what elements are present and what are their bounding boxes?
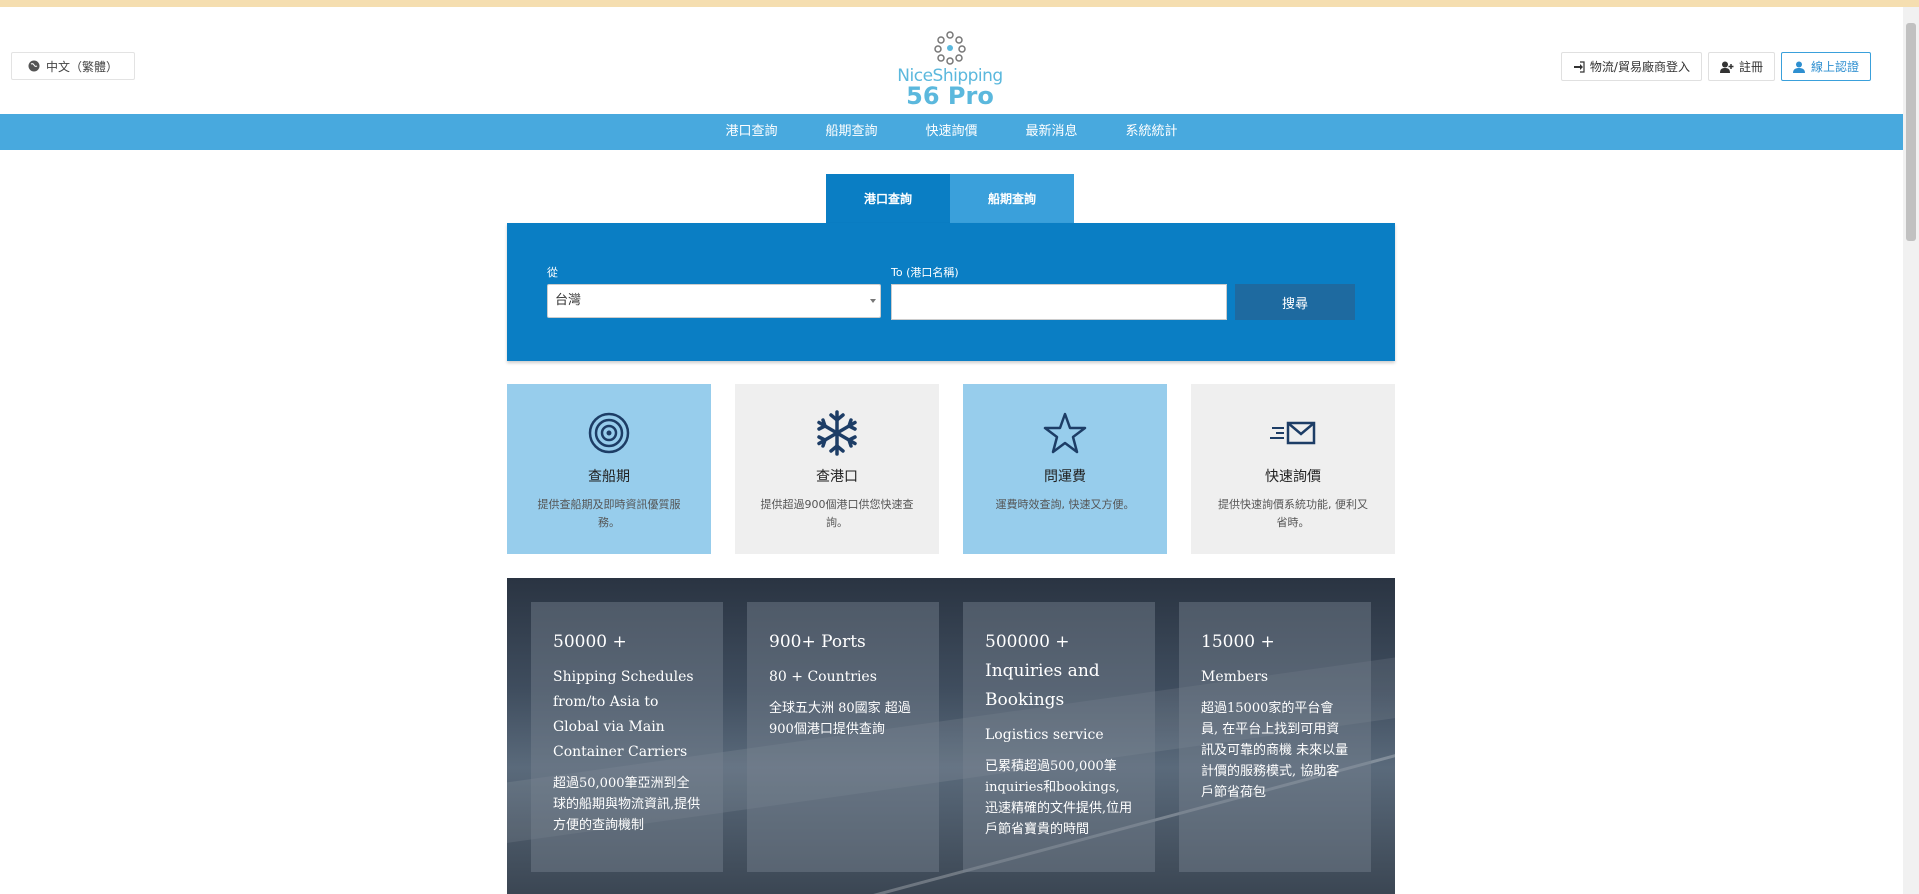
language-label: 中文（繁體）: [45, 59, 118, 74]
from-label: 從: [547, 266, 558, 279]
stat-subtitle: Logistics service: [985, 727, 1104, 743]
search-button[interactable]: 搜尋: [1235, 284, 1355, 320]
to-label: To (港口名稱): [891, 266, 959, 279]
feature-card-schedule[interactable]: 查船期 提供查船期及即時資訊優質服務。: [507, 384, 711, 554]
stat-card-members: 15000 + Members 超過15000家的平台會員, 在平台上找到可用資…: [1179, 602, 1371, 872]
stat-number: 50000 +: [553, 632, 627, 652]
feature-card-port[interactable]: 查港口 提供超過900個港口供您快速查詢。: [735, 384, 939, 554]
stats-section: 50000 + Shipping Schedules from/to Asia …: [507, 578, 1395, 894]
from-select[interactable]: 台灣: [547, 284, 881, 318]
register-label: 註冊: [1738, 60, 1763, 74]
register-button[interactable]: 註冊: [1707, 52, 1775, 81]
from-select-value: 台灣: [555, 293, 582, 308]
stat-text: 超過15000家的平台會員, 在平台上找到可用資訊及可靠的商機 未來以量計價的服…: [1201, 701, 1349, 800]
feature-title: 查港口: [816, 469, 858, 485]
nav-item-news[interactable]: 最新消息: [1002, 114, 1102, 150]
stat-text: 超過50,000筆亞洲到全球的船期與物流資訊,提供方便的查詢機制: [553, 776, 701, 833]
feature-desc: 提供快速詢價系統功能, 便利又省時。: [1218, 498, 1368, 529]
fast-mail-icon: [1270, 421, 1316, 445]
feature-desc: 提供查船期及即時資訊優質服務。: [537, 498, 681, 529]
stat-number: 500000 + Inquiries and Bookings: [985, 632, 1100, 710]
nav-item-quick-quote[interactable]: 快速詢價: [901, 114, 1001, 150]
site-header: 中文（繁體） NiceShipping 56 Pro 物流/貿易廠商登入 註冊 …: [0, 7, 1903, 114]
online-certify-button[interactable]: 線上認證: [1780, 52, 1871, 81]
stat-number: 15000 +: [1201, 632, 1275, 652]
feature-title: 問運費: [1044, 469, 1086, 485]
stat-number: 900+ Ports: [769, 632, 866, 652]
nav-item-port-search[interactable]: 港口查詢: [701, 114, 801, 150]
online-certify-label: 線上認證: [1810, 60, 1859, 74]
stat-card-schedules: 50000 + Shipping Schedules from/to Asia …: [531, 602, 723, 872]
user-plus-icon: [1719, 61, 1734, 73]
chevron-down-icon: [870, 299, 876, 303]
feature-card-freight[interactable]: 問運費 運費時效查詢, 快速又方便。: [963, 384, 1167, 554]
language-selector[interactable]: 中文（繁體）: [11, 52, 135, 80]
user-certify-icon: [1792, 61, 1805, 73]
stat-card-inquiries: 500000 + Inquiries and Bookings Logistic…: [963, 602, 1155, 872]
scrollbar-thumb[interactable]: [1906, 23, 1916, 241]
to-port-input[interactable]: [891, 284, 1227, 320]
main-nav: 港口查詢 船期查詢 快速詢價 最新消息 系統統計: [0, 114, 1903, 150]
sign-in-icon: [1573, 60, 1585, 73]
account-actions: 物流/貿易廠商登入 註冊 線上認證: [1560, 52, 1871, 81]
feature-desc: 提供超過900個港口供您快速查詢。: [760, 498, 914, 529]
top-notification-strip: [0, 0, 1919, 7]
stat-subtitle: 80 + Countries: [769, 669, 877, 685]
feature-card-quote[interactable]: 快速詢價 提供快速詢價系統功能, 便利又省時。: [1191, 384, 1395, 554]
star-icon: [1043, 412, 1087, 454]
stat-subtitle: Shipping Schedules from/to Asia to Globa…: [553, 669, 694, 760]
stat-text: 已累積超過500,000筆inquiries和bookings, 迅速精確的文件…: [985, 759, 1133, 837]
feature-title: 查船期: [588, 469, 630, 485]
tab-port-search[interactable]: 港口查詢: [826, 174, 950, 223]
feature-title: 快速詢價: [1265, 469, 1321, 485]
snowflake-icon: [817, 410, 857, 456]
stat-text: 全球五大洲 80國家 超過900個港口提供查詢: [769, 701, 911, 737]
page-scrollbar[interactable]: [1903, 7, 1919, 894]
partner-login-label: 物流/貿易廠商登入: [1589, 60, 1690, 74]
search-tabs: 港口查詢 船期查詢: [826, 174, 1074, 223]
search-panel: 從 To (港口名稱) 台灣 搜尋: [507, 223, 1395, 361]
logo-text-line2: 56 Pro: [906, 82, 994, 110]
stat-card-ports: 900+ Ports 80 + Countries 全球五大洲 80國家 超過9…: [747, 602, 939, 872]
partner-login-button[interactable]: 物流/貿易廠商登入: [1560, 52, 1702, 81]
nav-item-schedule-search[interactable]: 船期查詢: [801, 114, 901, 150]
target-icon: [588, 412, 630, 454]
logo-dots-icon: [934, 31, 966, 65]
site-logo[interactable]: NiceShipping 56 Pro: [890, 31, 1010, 109]
stat-subtitle: Members: [1201, 669, 1269, 685]
tab-schedule-search[interactable]: 船期查詢: [950, 174, 1074, 223]
feature-desc: 運費時效查詢, 快速又方便。: [995, 498, 1135, 511]
globe-icon: [28, 60, 40, 72]
nav-item-statistics[interactable]: 系統統計: [1102, 114, 1202, 150]
